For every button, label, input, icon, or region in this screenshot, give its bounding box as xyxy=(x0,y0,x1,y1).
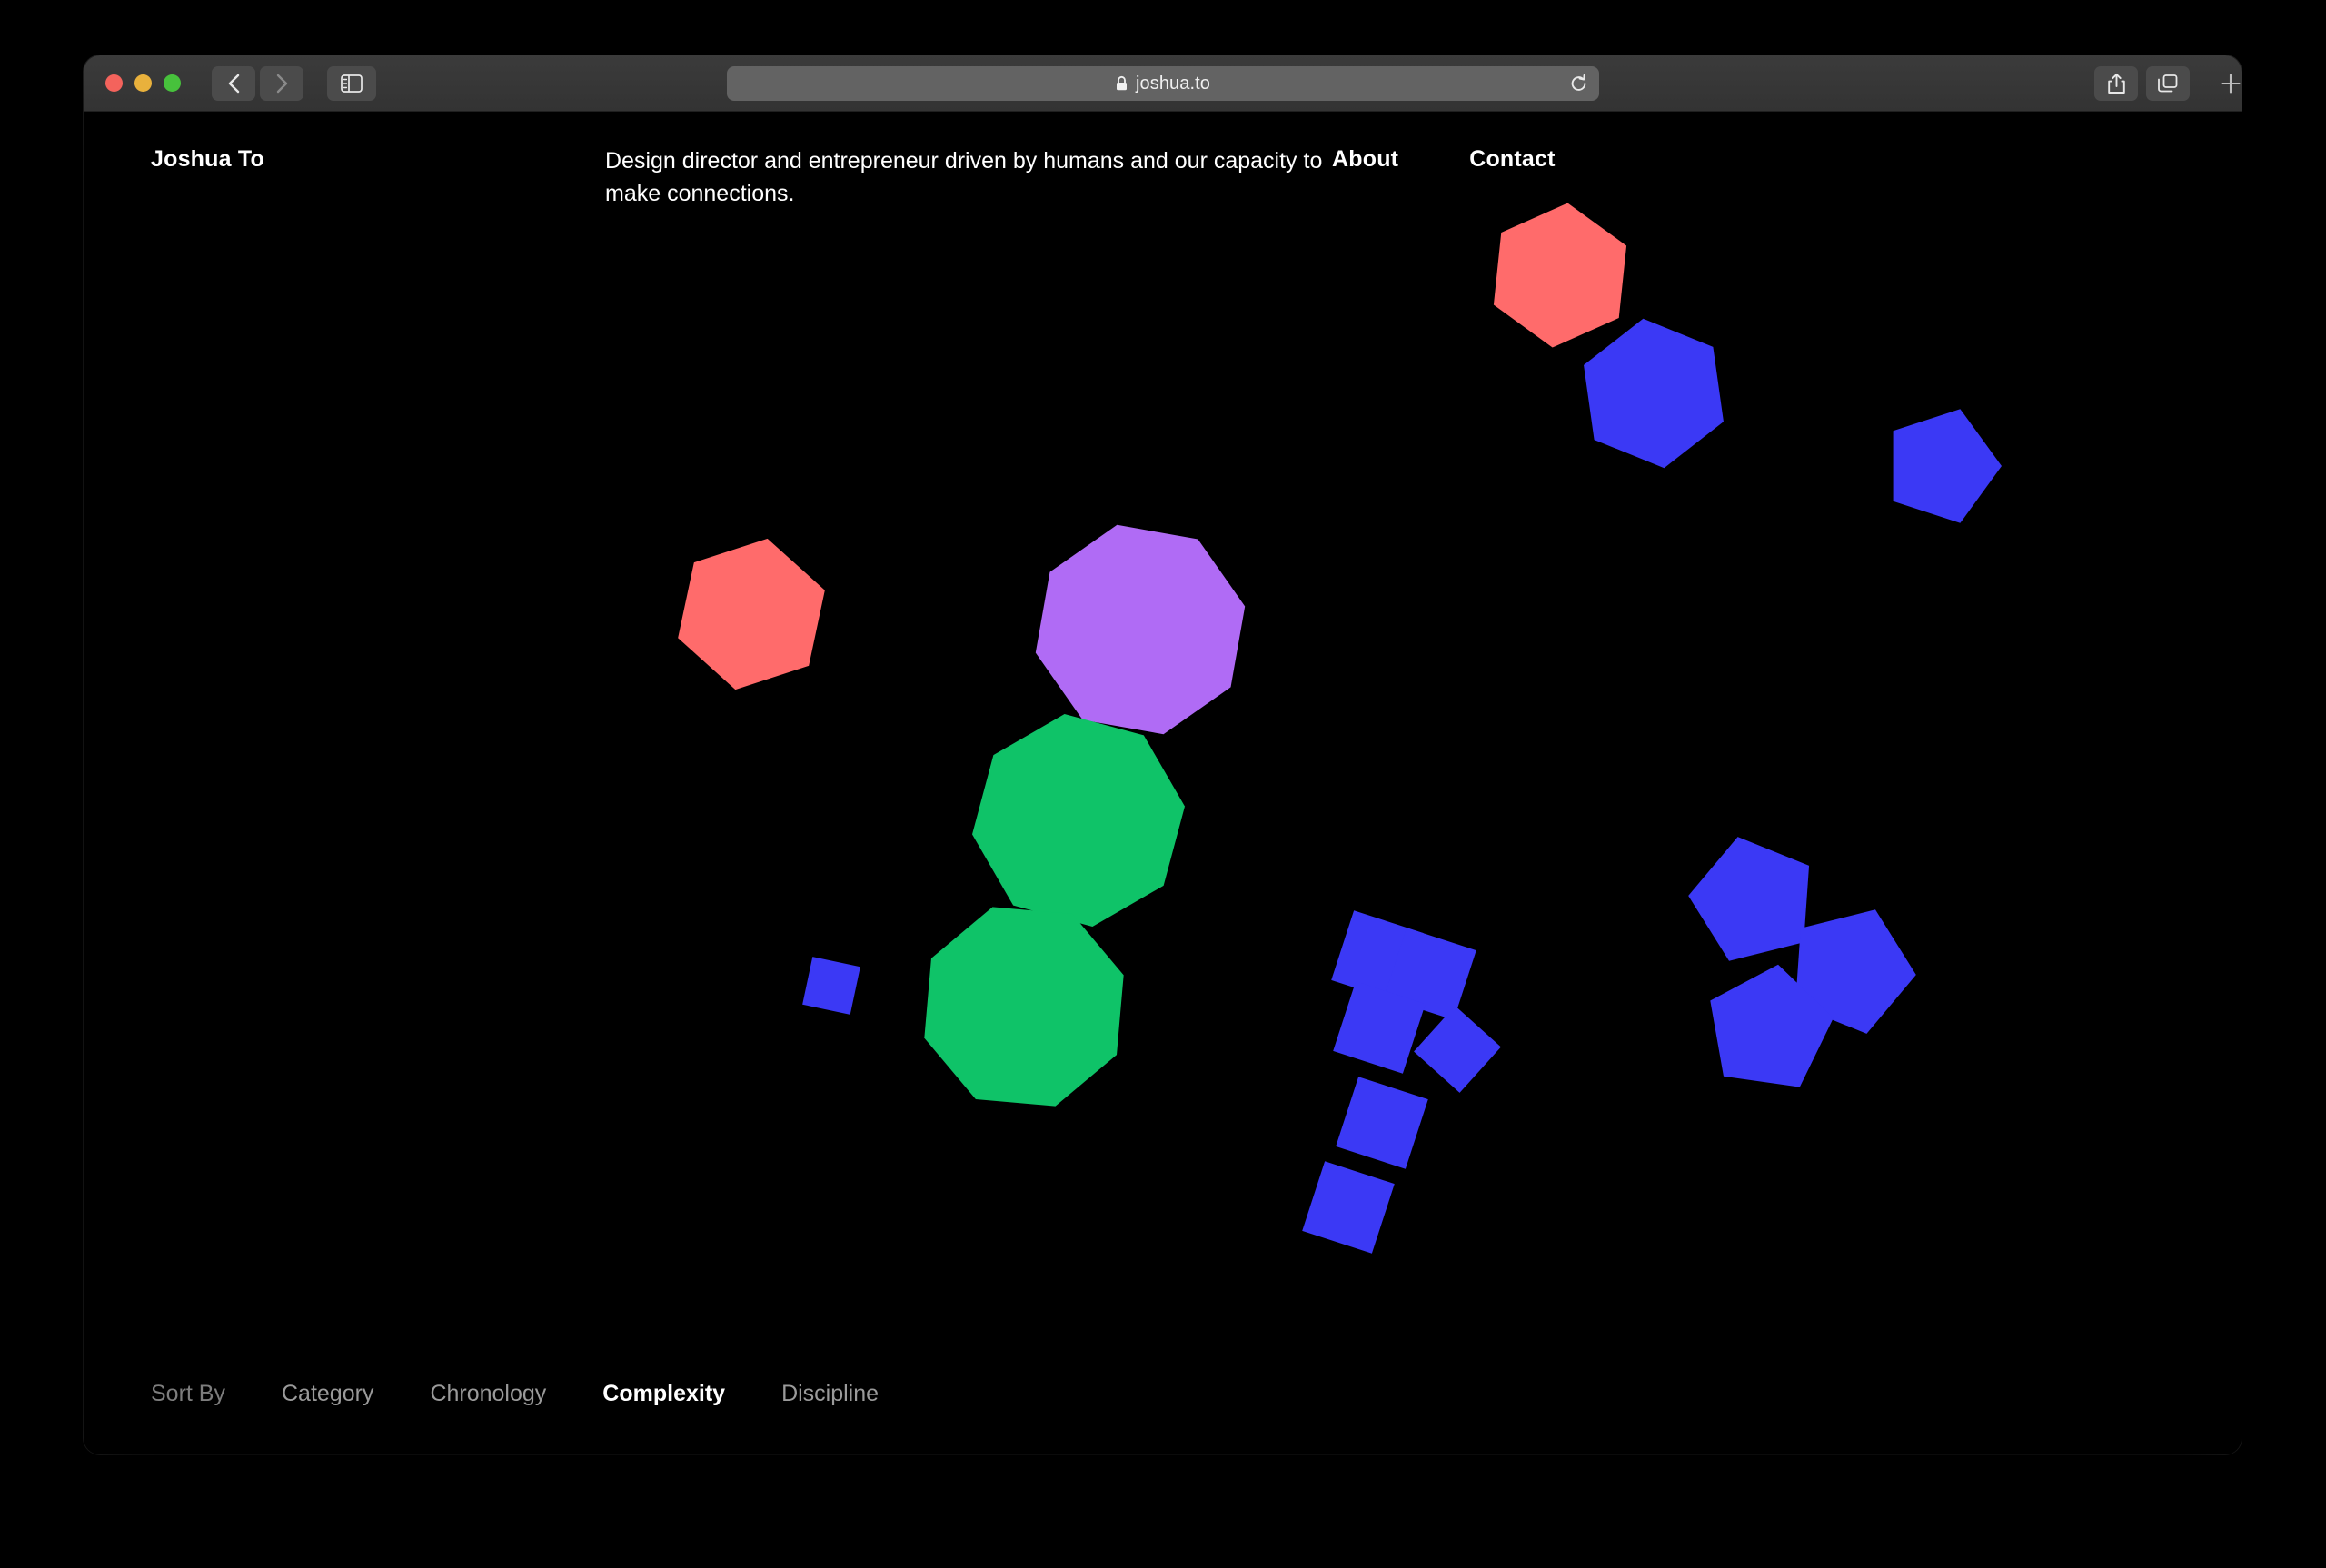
shapes-canvas xyxy=(84,112,2242,1454)
sidebar-toggle-icon xyxy=(341,74,363,93)
square-cluster-d[interactable] xyxy=(1336,1077,1428,1169)
brand-name: Joshua To xyxy=(151,146,264,172)
browser-toolbar: joshua.to xyxy=(84,55,2242,112)
nav-link-contact[interactable]: Contact xyxy=(1469,146,1555,173)
hexagon-blue-top[interactable] xyxy=(1584,318,1724,469)
plus-icon xyxy=(2221,73,2241,94)
tab-overview-icon xyxy=(2158,74,2178,92)
maximize-window-button[interactable] xyxy=(164,74,181,92)
share-icon xyxy=(2107,73,2125,94)
nav-link-about[interactable]: About xyxy=(1332,146,1398,173)
square-cluster-f[interactable] xyxy=(1414,1006,1501,1093)
chevron-right-icon xyxy=(276,74,287,93)
sort-bar: Sort By Category Chronology Complexity D… xyxy=(84,1381,2242,1407)
octagon-green-lower[interactable] xyxy=(924,907,1124,1107)
safari-browser-window: joshua.to Joshua To Design director and … xyxy=(84,55,2242,1454)
pentagon-cluster-a[interactable] xyxy=(1688,837,1810,961)
share-button[interactable] xyxy=(2094,65,2138,101)
octagon-purple[interactable] xyxy=(1035,524,1246,735)
navigation-buttons xyxy=(212,65,303,101)
address-bar[interactable]: joshua.to xyxy=(726,66,1599,101)
close-window-button[interactable] xyxy=(105,74,123,92)
tab-overview-button[interactable] xyxy=(2146,65,2190,101)
square-cluster-e[interactable] xyxy=(1302,1161,1395,1254)
site-header: Joshua To Design director and entreprene… xyxy=(84,144,2242,211)
chevron-left-icon xyxy=(228,74,239,93)
hexagon-red-top[interactable] xyxy=(1493,203,1627,348)
hexagon-red-left[interactable] xyxy=(678,538,825,690)
web-page-content: Joshua To Design director and entreprene… xyxy=(84,112,2242,1454)
window-controls xyxy=(105,74,181,92)
address-bar-url: joshua.to xyxy=(1135,73,1211,94)
main-navigation: About Contact xyxy=(1332,144,1556,173)
sort-option-category[interactable]: Category xyxy=(282,1381,373,1407)
shapes-svg xyxy=(678,203,2002,1254)
sidebar-toggle-button[interactable] xyxy=(327,65,376,101)
toolbar-right-actions xyxy=(2094,64,2241,104)
pentagon-blue-topright[interactable] xyxy=(1893,409,2002,523)
site-tagline: Design director and entrepreneur driven … xyxy=(605,148,1323,207)
sort-option-discipline[interactable]: Discipline xyxy=(781,1381,879,1407)
reload-icon xyxy=(1571,74,1585,91)
reload-button[interactable] xyxy=(1569,74,1588,94)
back-button[interactable] xyxy=(212,65,255,101)
desktop-backdrop: joshua.to Joshua To Design director and … xyxy=(0,0,2326,1568)
new-tab-button[interactable] xyxy=(2211,64,2242,104)
forward-button[interactable] xyxy=(260,65,303,101)
sort-option-chronology[interactable]: Chronology xyxy=(430,1381,546,1407)
octagon-green-upper[interactable] xyxy=(972,714,1185,927)
square-blue-small[interactable] xyxy=(802,957,860,1015)
sort-option-complexity[interactable]: Complexity xyxy=(602,1381,725,1407)
lock-icon xyxy=(1115,75,1128,92)
minimize-window-button[interactable] xyxy=(134,74,152,92)
sort-by-label: Sort By xyxy=(151,1381,225,1406)
